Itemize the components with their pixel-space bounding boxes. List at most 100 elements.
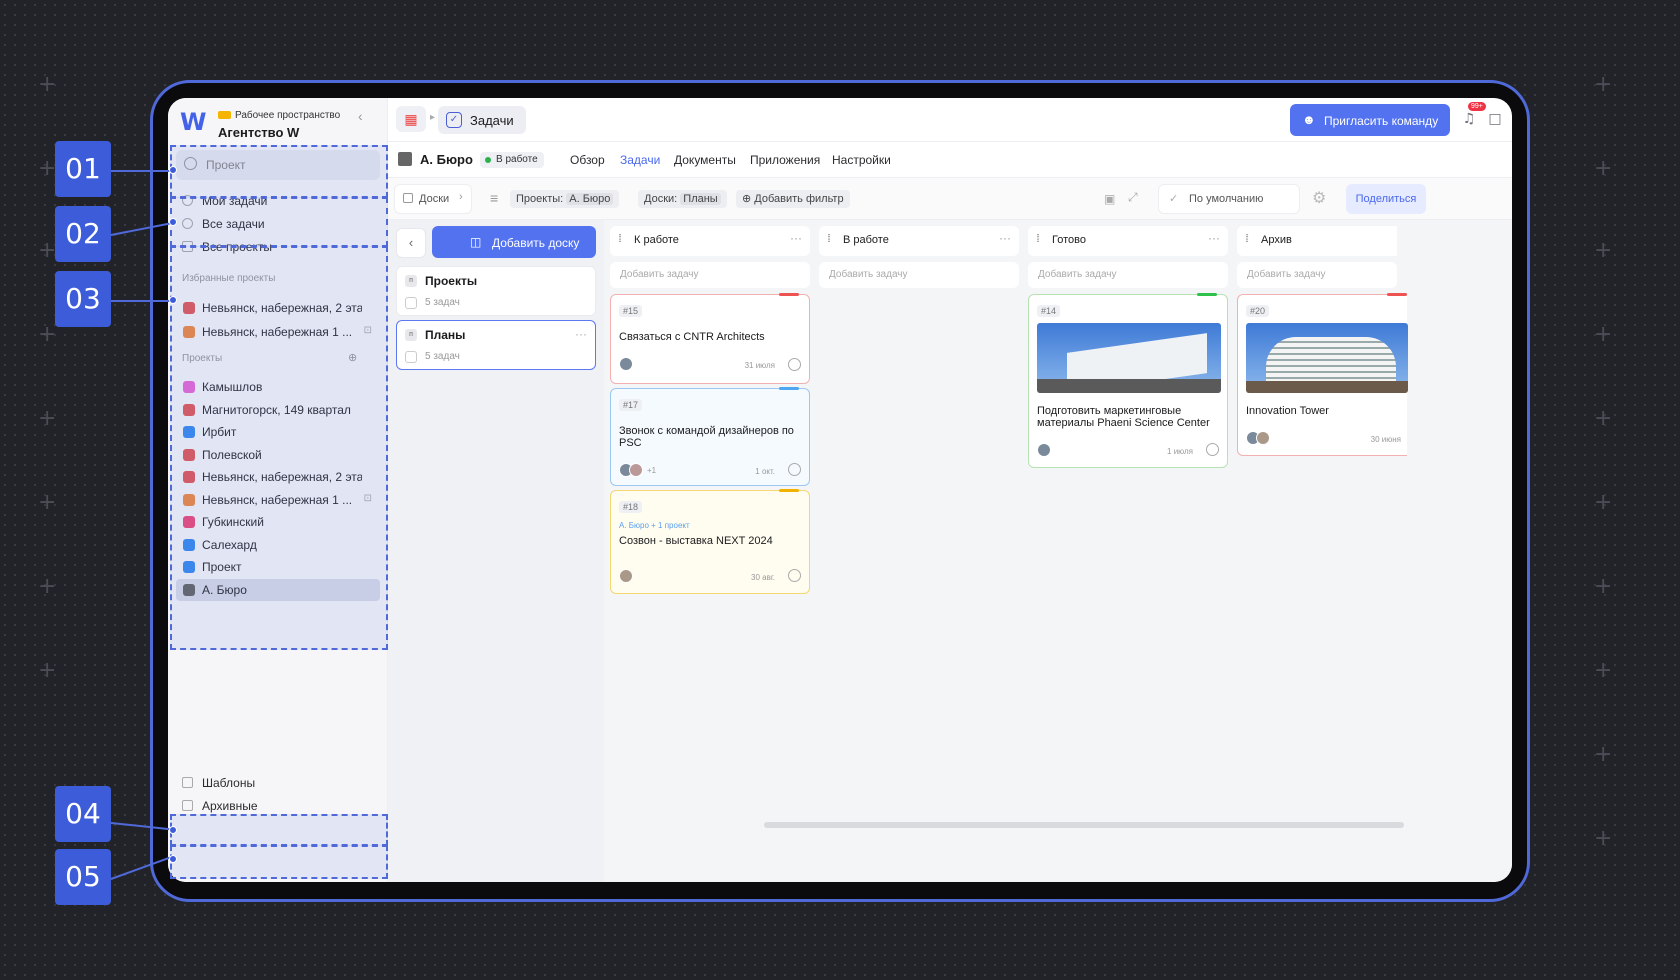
avatar	[619, 569, 633, 583]
drag-handle-icon[interactable]: ⁞⁞	[827, 233, 831, 245]
more-icon[interactable]: ···	[1208, 231, 1220, 245]
avatar	[1256, 431, 1270, 445]
more-icon[interactable]: ···	[999, 231, 1011, 245]
task-icon	[405, 351, 417, 363]
avatar	[629, 463, 643, 477]
board-icon: п	[405, 275, 417, 287]
top-bar: ▦ ▸ ✓ Задачи ☻ Пригласить команду ♫ 99+ …	[388, 98, 1512, 142]
task-card[interactable]: #20 Innovation Tower 30 июня	[1237, 293, 1408, 456]
complete-toggle[interactable]	[788, 358, 801, 371]
notification-badge: 99+	[1468, 102, 1486, 111]
share-button[interactable]: Поделиться	[1346, 184, 1426, 214]
sort-select[interactable]: ✓ По умолчанию	[1158, 184, 1300, 214]
column-header-done[interactable]: ⁞⁞ Готово ···	[1028, 226, 1228, 256]
avatar	[619, 357, 633, 371]
tab-apps[interactable]: Приложения	[750, 153, 820, 167]
chevron-right-icon: ▸	[430, 112, 436, 123]
callout-dot	[169, 855, 177, 863]
add-task-archive[interactable]: Добавить задачу	[1237, 262, 1397, 288]
templates-icon	[182, 777, 193, 788]
workspace-label: Рабочее пространство	[218, 110, 340, 121]
task-card[interactable]: #15 Связаться с CNTR Architects 31 июля	[610, 293, 810, 384]
callout-03: 03	[55, 271, 111, 327]
priority-flag	[1387, 293, 1407, 296]
sliders-icon[interactable]: ≡	[490, 190, 498, 206]
more-icon[interactable]: ···	[575, 327, 587, 341]
boards-panel: ‹ ◫ Добавить доску п Проекты 5 задач п П…	[388, 220, 604, 882]
highlight-projects	[170, 246, 388, 650]
priority-flag	[779, 489, 799, 492]
status-badge[interactable]: В работе	[480, 152, 544, 168]
boards-toggle[interactable]: Доски ›	[394, 184, 472, 214]
nav-templates[interactable]: Шаблоны	[176, 772, 380, 794]
callout-05: 05	[55, 849, 111, 905]
add-task-done[interactable]: Добавить задачу	[1028, 262, 1228, 288]
tab-tasks[interactable]: ✓ Задачи	[438, 106, 526, 134]
callout-dot	[169, 218, 177, 226]
workspace-switcher[interactable]: W Рабочее пространство Агентство W	[180, 106, 380, 140]
task-card[interactable]: #18 А. Бюро + 1 проект Созвон - выставка…	[610, 489, 810, 594]
horizontal-scrollbar[interactable]	[764, 822, 1404, 828]
callout-dot	[169, 826, 177, 834]
workspace-name: Агентство W	[218, 125, 300, 140]
building-photo	[1037, 323, 1221, 393]
highlight-templates	[170, 814, 388, 846]
more-icon[interactable]: ···	[790, 231, 802, 245]
check-icon: ✓	[1169, 193, 1179, 205]
priority-flag	[779, 387, 799, 390]
add-filter-button[interactable]: ⊕ Добавить фильтр	[736, 190, 850, 208]
building-photo	[1246, 323, 1408, 393]
filter-boards[interactable]: Доски: Планы	[638, 190, 727, 208]
filter-projects[interactable]: Проекты: А. Бюро	[510, 190, 620, 208]
building-icon	[398, 152, 412, 166]
invite-team-button[interactable]: ☻ Пригласить команду	[1290, 104, 1450, 136]
project-name: А. Бюро	[420, 152, 473, 167]
column-header-todo[interactable]: ⁞⁞ К работе ···	[610, 226, 810, 256]
save-icon[interactable]: ▣	[1104, 192, 1115, 206]
expand-icon[interactable]: ⤢	[1128, 190, 1138, 205]
add-board-button[interactable]: ◫ Добавить доску	[432, 226, 596, 258]
highlight-tasks	[170, 197, 388, 247]
tab-settings[interactable]: Настройки	[832, 153, 891, 167]
tab-overview[interactable]: Обзор	[570, 153, 605, 167]
column-header-archive[interactable]: ⁞⁞ Архив	[1237, 226, 1397, 256]
add-task-todo[interactable]: Добавить задачу	[610, 262, 810, 288]
chevron-right-icon: ›	[459, 191, 463, 203]
back-button[interactable]: ‹	[396, 228, 426, 258]
board-icon: ◫	[470, 235, 482, 249]
tab-documents[interactable]: Документы	[674, 153, 736, 167]
highlight-archive	[170, 845, 388, 879]
callout-line	[111, 170, 173, 172]
callout-dot	[169, 166, 177, 174]
complete-toggle[interactable]	[788, 463, 801, 476]
drag-handle-icon[interactable]: ⁞⁞	[1245, 233, 1249, 245]
add-task-inprogress[interactable]: Добавить задачу	[819, 262, 1019, 288]
callout-line	[111, 300, 173, 302]
complete-toggle[interactable]	[1206, 443, 1219, 456]
board-item-plans[interactable]: п Планы ··· 5 задач	[396, 320, 596, 370]
drag-handle-icon[interactable]: ⁞⁞	[1036, 233, 1040, 245]
task-card[interactable]: #17 Звонок с командой дизайнеров по PSC …	[610, 387, 810, 486]
complete-toggle[interactable]	[788, 569, 801, 582]
gear-icon[interactable]: ⚙	[1312, 188, 1326, 208]
project-header: А. Бюро В работе Обзор Задачи Документы …	[388, 142, 1512, 178]
folder-icon[interactable]: □	[1486, 110, 1504, 128]
column-header-inprogress[interactable]: ⁞⁞ В работе ···	[819, 226, 1019, 256]
kanban-board: ⁞⁞ К работе ··· ⁞⁞ В работе ··· ⁞⁞ Готово ··· …	[604, 220, 1512, 882]
bell-icon[interactable]: ♫	[1460, 110, 1478, 128]
plus-circle-icon: ⊕	[742, 193, 755, 205]
collapse-sidebar-icon[interactable]: ‹	[358, 108, 363, 124]
callout-dot	[169, 296, 177, 304]
apps-grid-icon[interactable]: ▦	[396, 106, 426, 132]
highlight-search	[170, 145, 388, 198]
avatar	[1037, 443, 1051, 457]
logo-icon: W	[180, 108, 207, 136]
drag-handle-icon[interactable]: ⁞⁞	[618, 233, 622, 245]
tab-tasks-project[interactable]: Задачи	[620, 153, 660, 167]
board-item-projects[interactable]: п Проекты 5 задач	[396, 266, 596, 316]
callout-02: 02	[55, 206, 111, 262]
task-card[interactable]: #14 Подготовить маркетинговые материалы …	[1028, 293, 1228, 468]
add-user-icon: ☻	[1302, 112, 1316, 127]
filter-group: ≡ Проекты: А. Бюро Доски: Планы ⊕ Добави…	[484, 184, 1124, 214]
boards-icon	[403, 193, 413, 203]
